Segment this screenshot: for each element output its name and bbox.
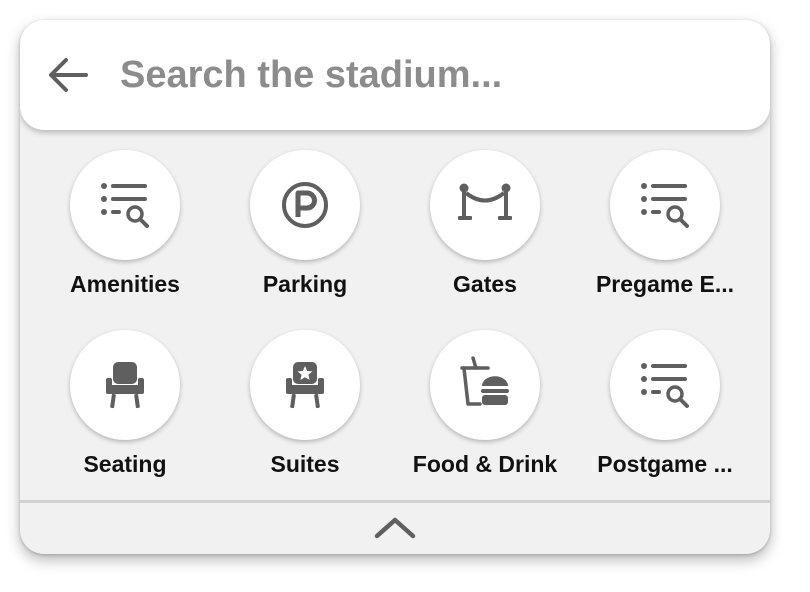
category-food-drink[interactable]: Food & Drink	[405, 330, 565, 490]
parking-icon	[282, 182, 328, 228]
stadium-search-panel: Amenities Parking	[20, 20, 770, 554]
search-bar	[20, 20, 770, 130]
category-pregame-events[interactable]: Pregame E...	[585, 150, 745, 310]
category-label: Food & Drink	[412, 451, 558, 477]
category-label: Amenities	[70, 271, 180, 297]
back-button[interactable]	[44, 53, 92, 97]
category-seating[interactable]: Seating	[45, 330, 205, 490]
category-icon-button[interactable]	[250, 150, 360, 260]
gate-rope-icon	[458, 183, 512, 220]
category-label: Suites	[270, 451, 340, 477]
category-icon-button[interactable]	[250, 330, 360, 440]
category-postgame-events[interactable]: Postgame ...	[585, 330, 745, 490]
category-parking[interactable]: Parking	[225, 150, 385, 310]
category-icon-button[interactable]	[430, 330, 540, 440]
list-search-icon	[641, 363, 689, 408]
category-icon-button[interactable]	[610, 150, 720, 260]
category-icon-button[interactable]	[430, 150, 540, 260]
arrow-left-icon	[49, 58, 88, 92]
category-label: Seating	[83, 451, 167, 477]
category-label: Gates	[453, 271, 517, 297]
food-drink-icon	[460, 356, 509, 406]
chevron-up-icon	[374, 517, 416, 539]
category-label: Pregame E...	[595, 271, 735, 297]
seat-icon	[106, 362, 144, 409]
list-search-icon	[641, 183, 689, 228]
category-icon-button[interactable]	[70, 330, 180, 440]
category-label: Parking	[262, 271, 348, 297]
category-suites[interactable]: Suites	[225, 330, 385, 490]
search-input[interactable]	[120, 48, 740, 102]
collapse-button[interactable]	[370, 508, 420, 548]
category-icon-button[interactable]	[70, 150, 180, 260]
category-gates[interactable]: Gates	[405, 150, 565, 310]
category-amenities[interactable]: Amenities	[45, 150, 205, 310]
divider	[20, 500, 770, 503]
list-search-icon	[101, 183, 149, 228]
category-icon-button[interactable]	[610, 330, 720, 440]
suite-seat-star-icon	[286, 362, 324, 409]
category-label: Postgame ...	[597, 451, 733, 477]
